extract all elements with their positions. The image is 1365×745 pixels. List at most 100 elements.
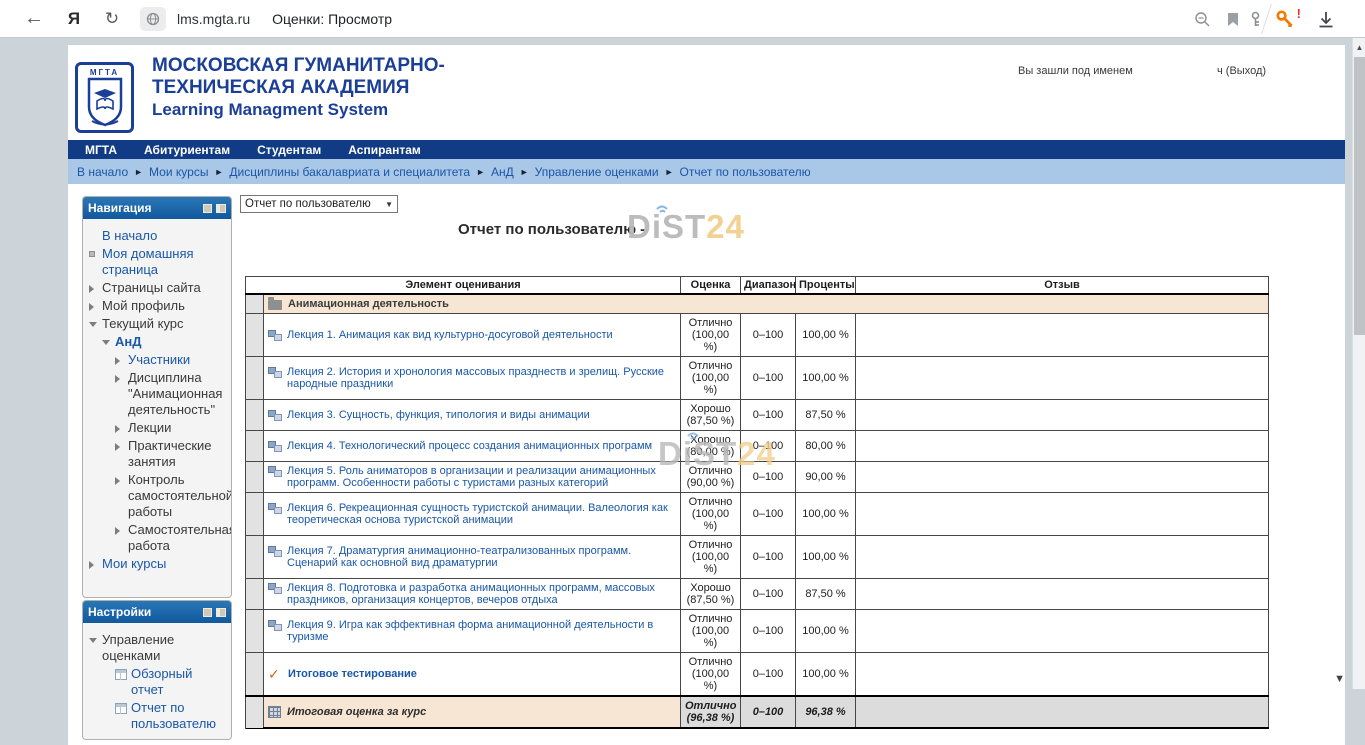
settings-item[interactable]: Обзорный отчет	[89, 666, 227, 698]
navigation-item[interactable]: Моя домашняя страница	[89, 246, 227, 278]
navigation-item[interactable]: Страницы сайта	[89, 280, 227, 296]
navigation-item-label: Участники	[128, 352, 190, 368]
grade-percent: (80,00 %)	[685, 446, 736, 458]
protect-key-icon[interactable]: !	[1276, 10, 1295, 34]
grade-cell: Хорошо(80,00 %)	[681, 431, 741, 462]
grade-cell: Отлично(100,00 %)	[681, 536, 741, 579]
grade-report-table-wrap: Элемент оценивания Оценка Диапазон Проце…	[245, 276, 1269, 729]
grade-word: Отлично	[685, 360, 736, 372]
settings-item[interactable]: Отчет по пользователю	[89, 700, 227, 732]
nav-item-студентам[interactable]: Студентам	[257, 143, 321, 157]
lesson-module-icon	[268, 440, 281, 452]
grade-word: Хорошо	[685, 582, 736, 594]
quiz-check-icon: ✓	[268, 668, 282, 680]
grade-item-row: ✓Итоговое тестированиеОтлично(100,00 %)0…	[246, 653, 1269, 697]
scroll-down-arrow[interactable]: ▼	[1334, 673, 1345, 685]
top-nav-bar: МГТА Абитуриентам Студентам Аспирантам	[68, 140, 1345, 159]
item-link[interactable]: Лекция 3. Сущность, функция, типология и…	[287, 409, 590, 421]
breadcrumb-link[interactable]: Управление оценками	[535, 165, 659, 179]
site-title: МОСКОВСКАЯ ГУМАНИТАРНО- ТЕХНИЧЕСКАЯ АКАД…	[152, 55, 445, 121]
col-header-item: Элемент оценивания	[246, 277, 681, 295]
breadcrumb-link[interactable]: В начало	[77, 165, 128, 179]
feedback-cell	[856, 579, 1269, 610]
item-link[interactable]: Лекция 8. Подготовка и разработка анимац…	[287, 582, 676, 606]
lesson-module-icon	[268, 409, 281, 421]
navigation-item[interactable]: Дисциплина "Анимационная деятельность"	[89, 370, 227, 418]
collapse-block-icon[interactable]	[203, 204, 212, 213]
col-header-feedback: Отзыв	[856, 277, 1269, 295]
navigation-item[interactable]: Текущий курс	[89, 316, 227, 332]
nav-item-абитуриентам[interactable]: Абитуриентам	[144, 143, 230, 157]
triangle-right-icon	[115, 527, 120, 535]
item-name-inner: ✓ Итоговое тестирование	[268, 668, 676, 680]
bookmark-icon[interactable]	[1227, 12, 1239, 27]
back-button[interactable]: ←	[20, 7, 48, 30]
navigation-item[interactable]: Участники	[89, 352, 227, 368]
scroll-up-button[interactable]: ▲	[1353, 41, 1365, 55]
password-key-icon[interactable]	[1248, 11, 1263, 28]
nav-item-мгта[interactable]: МГТА	[85, 143, 117, 157]
item-link[interactable]: Лекция 4. Технологический процесс создан…	[287, 440, 652, 452]
nav-item-аспирантам[interactable]: Аспирантам	[348, 143, 421, 157]
report-type-select[interactable]: Отчет по пользователю ▼	[240, 195, 398, 213]
item-link[interactable]: Лекция 5. Роль аниматоров в организации …	[287, 465, 676, 489]
item-link[interactable]: Лекция 9. Игра как эффективная форма ани…	[287, 619, 676, 643]
range-cell: 0–100	[741, 610, 796, 653]
breadcrumb-link[interactable]: АнД	[491, 165, 514, 179]
navigation-item[interactable]: В начало	[89, 228, 227, 244]
item-name-inner: Лекция 3. Сущность, функция, типология и…	[268, 409, 676, 421]
zoom-search-icon[interactable]	[1194, 11, 1211, 28]
feedback-cell	[856, 357, 1269, 400]
navigation-item[interactable]: Лекции	[89, 420, 227, 436]
item-name-cell: Лекция 1. Анимация как вид культурно-дос…	[264, 314, 681, 357]
navigation-item[interactable]: Мои курсы	[89, 556, 227, 572]
percent-cell: 100,00 %	[796, 357, 856, 400]
square-bullet-icon	[89, 251, 102, 257]
dock-block-icon[interactable]	[216, 608, 226, 617]
item-name-cell: ✓ Итоговое тестирование	[264, 653, 681, 697]
logout-link[interactable]: ч (Выход)	[1217, 65, 1266, 77]
settings-block-header: Настройки	[83, 601, 231, 623]
grade-word: Отлично	[685, 656, 736, 668]
item-link[interactable]: Итоговое тестирование	[288, 668, 417, 680]
settings-item[interactable]: Управление оценками	[89, 632, 227, 664]
item-link[interactable]: Лекция 1. Анимация как вид культурно-дос…	[287, 329, 613, 341]
triangle-right-icon	[89, 285, 94, 293]
site-icon[interactable]	[140, 7, 166, 31]
download-icon[interactable]	[1317, 11, 1335, 29]
indent-cell	[246, 314, 264, 357]
logo-text: МГТА	[90, 68, 119, 77]
total-feedback-cell	[856, 696, 1269, 728]
navigation-item[interactable]: Мой профиль	[89, 298, 227, 314]
scrollbar-thumb[interactable]	[1354, 57, 1365, 335]
indent-cell	[246, 400, 264, 431]
item-link[interactable]: Лекция 6. Рекреационная сущность туристс…	[287, 502, 676, 526]
grade-cell: Отлично(100,00 %)	[681, 610, 741, 653]
chevron-collapsed-icon	[115, 425, 128, 433]
navigation-item[interactable]: АнД	[89, 334, 227, 350]
breadcrumb-separator-icon: ►	[665, 167, 674, 177]
percent-cell: 100,00 %	[796, 493, 856, 536]
category-name-cell: Анимационная деятельность	[264, 294, 1269, 314]
navigation-item[interactable]: Контроль самостоятельной работы	[89, 472, 227, 520]
navigation-item[interactable]: Практические занятия	[89, 438, 227, 470]
grade-cell: Отлично(100,00 %)	[681, 357, 741, 400]
dock-block-icon[interactable]	[216, 204, 226, 213]
page-scrollbar[interactable]: ▲	[1352, 38, 1365, 689]
navigation-item[interactable]: Самостоятельная работа	[89, 522, 227, 554]
triangle-right-icon	[115, 443, 120, 451]
yandex-browser-icon[interactable]: Я	[60, 9, 88, 29]
collapse-block-icon[interactable]	[203, 608, 212, 617]
grade-cell: Отлично(100,00 %)	[681, 314, 741, 357]
range-cell: 0–100	[741, 493, 796, 536]
address-bar-url[interactable]: lms.mgta.ru	[177, 11, 250, 27]
wifi-arcs-icon	[654, 200, 670, 214]
breadcrumb-link[interactable]: Отчет по пользователю	[680, 165, 811, 179]
feedback-cell	[856, 400, 1269, 431]
breadcrumb-link[interactable]: Дисциплины бакалавриата и специалитета	[229, 165, 470, 179]
item-link[interactable]: Лекция 2. История и хронология массовых …	[287, 366, 676, 390]
item-link[interactable]: Лекция 7. Драматургия анимационно-театра…	[287, 545, 676, 569]
chevron-collapsed-icon	[89, 303, 102, 311]
refresh-button[interactable]: ↻	[98, 9, 126, 29]
breadcrumb-link[interactable]: Мои курсы	[149, 165, 208, 179]
